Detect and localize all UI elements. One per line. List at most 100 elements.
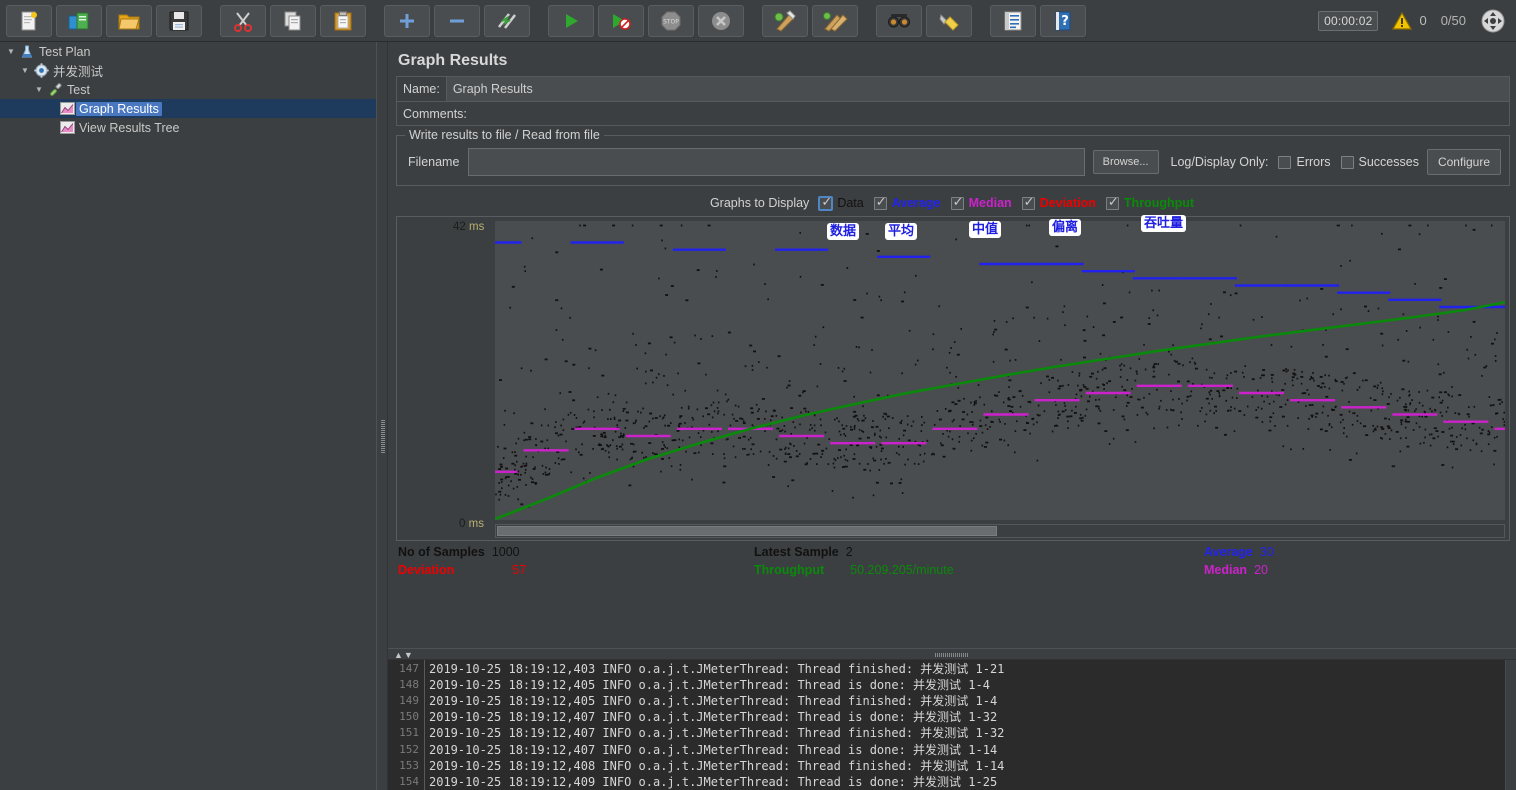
log-display-only-label: Log/Display Only:	[1170, 155, 1269, 169]
write-results-groupbox: Write results to file / Read from file F…	[396, 128, 1510, 186]
graph-plot[interactable]	[495, 221, 1505, 520]
shutdown-icon[interactable]	[698, 4, 744, 37]
log-line: 148 2019-10-25 18:19:12,405 INFO o.a.j.t.…	[388, 676, 1516, 693]
chevron-down-icon[interactable]: ▼	[4, 47, 18, 56]
function-helper-icon[interactable]	[990, 4, 1036, 37]
throughput-checkbox[interactable]	[1105, 195, 1119, 210]
log-line-number: 147	[399, 661, 419, 675]
average-checkbox[interactable]	[873, 195, 887, 210]
toolbar-separator	[370, 5, 384, 37]
collapse-all-icon[interactable]	[434, 4, 480, 37]
save-icon[interactable]	[156, 4, 202, 37]
errors-checkbox[interactable]	[1278, 155, 1292, 169]
listener-icon	[58, 101, 76, 117]
log-gutter-rule	[424, 724, 425, 741]
scrollbar-thumb[interactable]	[497, 526, 997, 536]
graph-canvas-area: 42 ms 0 ms 数据 平均 中值 偏离 吞吐量	[396, 215, 1510, 541]
stat-key: Deviation	[398, 563, 455, 577]
log-line-text: 2019-10-25 18:19:12,405 INFO o.a.j.t.JMe…	[429, 693, 998, 708]
log-line-number: 154	[399, 774, 419, 788]
page-title: Graph Results	[398, 52, 508, 69]
log-line-text: 2019-10-25 18:19:12,405 INFO o.a.j.t.JMe…	[429, 677, 990, 692]
graph-horizontal-scrollbar[interactable]	[495, 524, 1505, 538]
new-icon[interactable]	[6, 4, 52, 37]
y-axis-min-unit: ms	[468, 518, 484, 530]
clear-icon[interactable]	[762, 4, 808, 37]
toolbar-status-group: 00:00:02 0 0/50	[1318, 8, 1516, 34]
copy-icon[interactable]	[270, 4, 316, 37]
tree-item-thread-group[interactable]: ▼ 并发测试	[0, 61, 376, 80]
log-line-text: 2019-10-25 18:19:12,407 INFO o.a.j.t.JMe…	[429, 710, 998, 725]
start-no-pauses-icon[interactable]	[598, 4, 644, 37]
svg-text:STOP: STOP	[663, 18, 679, 25]
stat-key: Latest Sample	[754, 545, 839, 559]
reset-search-icon[interactable]	[926, 4, 972, 37]
log-line-number: 149	[399, 693, 419, 707]
chevron-down-icon[interactable]: ▼	[18, 66, 32, 75]
annotation-deviation: 偏离	[1049, 219, 1082, 236]
splitter-grip[interactable]	[381, 420, 385, 454]
graph-results-panel: Graph Results Name: Comments: Write resu…	[388, 42, 1516, 790]
tree-item-graph-results[interactable]: Graph Results	[0, 99, 376, 118]
stat-no-of-samples: No of Samples 1000	[398, 545, 520, 559]
comments-field-row: Comments:	[396, 101, 1510, 126]
toggle-icon[interactable]	[484, 4, 530, 37]
configure-button[interactable]: Configure	[1426, 149, 1501, 175]
tree-item-view-results-tree[interactable]: View Results Tree	[0, 118, 376, 137]
log-line-text: 2019-10-25 18:19:12,407 INFO o.a.j.t.JMe…	[429, 742, 998, 757]
log-line-number: 153	[399, 758, 419, 772]
data-checkbox[interactable]	[819, 195, 833, 210]
paste-icon[interactable]	[320, 4, 366, 37]
tree-item-sampler[interactable]: ▼ Test	[0, 80, 376, 99]
horizontal-splitter[interactable]: ▲▼	[388, 648, 1516, 660]
log-vertical-scrollbar[interactable]	[1505, 660, 1516, 790]
stat-value: 30	[1259, 545, 1274, 559]
svg-text:?: ?	[1061, 14, 1069, 29]
warning-indicator[interactable]: 0	[1392, 11, 1427, 30]
warning-triangle-icon	[1392, 11, 1413, 30]
annotation-average: 平均	[885, 223, 918, 240]
y-axis-min-label: 0 ms	[459, 518, 484, 530]
data-label: Data	[837, 196, 864, 210]
log-line: 149 2019-10-25 18:19:12,405 INFO o.a.j.t.…	[388, 692, 1516, 709]
tree-item-label: Graph Results	[76, 101, 162, 116]
search-icon[interactable]	[876, 4, 922, 37]
splitter-grip[interactable]	[935, 653, 969, 657]
vertical-splitter[interactable]	[376, 42, 388, 790]
splitter-collapse-arrows[interactable]: ▲▼	[394, 650, 414, 660]
templates-icon[interactable]	[56, 4, 102, 37]
jmeter-window: STOP ? 00:00:02 0 0/50 ▼ Test Plan ▼ 并发测…	[0, 0, 1516, 790]
graph-statistics: No of Samples 1000 Latest Sample 2 Average…	[396, 543, 1510, 583]
log-line-number: 152	[399, 742, 419, 756]
clear-all-icon[interactable]	[812, 4, 858, 37]
stat-latest-sample: Latest Sample 2	[754, 545, 853, 559]
successes-checkbox[interactable]	[1340, 155, 1354, 169]
start-icon[interactable]	[548, 4, 594, 37]
comments-input[interactable]	[472, 102, 1509, 125]
log-viewer[interactable]: 147 2019-10-25 18:19:12,403 INFO o.a.j.t.…	[388, 660, 1516, 790]
expand-window-icon[interactable]	[1480, 8, 1506, 34]
name-input[interactable]	[445, 77, 1509, 101]
open-icon[interactable]	[106, 4, 152, 37]
filename-label: Filename	[408, 155, 460, 169]
stop-icon[interactable]: STOP	[648, 4, 694, 37]
cut-icon[interactable]	[220, 4, 266, 37]
filename-row: Filename Browse... Log/Display Only: Err…	[405, 148, 1501, 176]
log-line-number: 148	[399, 677, 419, 691]
help-icon[interactable]: ?	[1040, 4, 1086, 37]
toolbar-separator	[748, 5, 762, 37]
errors-label: Errors	[1296, 155, 1331, 169]
deviation-checkbox[interactable]	[1021, 195, 1035, 210]
expand-all-icon[interactable]	[384, 4, 430, 37]
browse-button[interactable]: Browse...	[1092, 150, 1159, 174]
stat-value: 57	[512, 563, 527, 577]
log-line-text: 2019-10-25 18:19:12,409 INFO o.a.j.t.JMe…	[429, 774, 998, 789]
log-line: 154 2019-10-25 18:19:12,409 INFO o.a.j.t.…	[388, 773, 1516, 790]
test-plan-tree[interactable]: ▼ Test Plan ▼ 并发测试 ▼ Test Graph Results …	[0, 42, 376, 790]
chevron-down-icon[interactable]: ▼	[32, 85, 46, 94]
median-checkbox[interactable]	[950, 195, 964, 210]
filename-input[interactable]	[468, 148, 1085, 176]
log-gutter-rule	[424, 660, 425, 677]
deviation-label: Deviation	[1039, 196, 1096, 210]
tree-item-test-plan[interactable]: ▼ Test Plan	[0, 42, 376, 61]
